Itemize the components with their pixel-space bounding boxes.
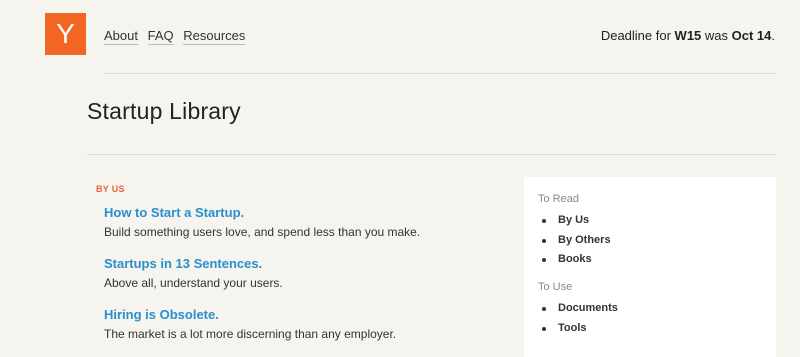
- page-title: Startup Library: [87, 98, 241, 124]
- sidebar-item-by-others: By Others: [538, 231, 611, 251]
- sidebar-heading: To Read: [538, 193, 579, 205]
- sidebar-item-documents: Documents: [538, 299, 618, 319]
- deadline-date: Oct 14: [731, 28, 772, 43]
- list-item: Hiring is Obsolete. The market is a lot …: [104, 306, 504, 357]
- list-item: Startups in 13 Sentences. Above all, und…: [104, 255, 504, 306]
- sidebar-link[interactable]: Tools: [558, 322, 587, 334]
- sidebar-heading: To Use: [538, 281, 573, 293]
- header-divider: [104, 73, 776, 74]
- sidebar-list: By Us By Others Books: [538, 211, 611, 270]
- article-list: How to Start a Startup. Build something …: [104, 204, 504, 357]
- deadline-notice: Deadline for W15 was Oct 14.: [601, 28, 775, 43]
- sidebar-item-books: Books: [538, 250, 611, 270]
- article-link[interactable]: Startups in 13 Sentences.: [104, 255, 504, 273]
- bullet-icon: [542, 258, 546, 262]
- bullet-icon: [542, 238, 546, 243]
- deadline-prefix: Deadline for: [600, 28, 675, 43]
- nav-link-about[interactable]: About: [104, 28, 138, 45]
- sidebar-item-tools: Tools: [538, 319, 618, 339]
- yc-logo[interactable]: Y: [45, 13, 86, 55]
- nav-link-faq[interactable]: FAQ: [147, 28, 174, 45]
- list-item: How to Start a Startup. Build something …: [104, 204, 504, 255]
- sidebar-list: Documents Tools: [538, 299, 618, 338]
- section-label: BY US: [96, 184, 125, 194]
- article-link[interactable]: How to Start a Startup.: [104, 204, 504, 222]
- deadline-middle: was: [701, 28, 732, 43]
- article-description: Above all, understand your users.: [104, 276, 283, 290]
- top-nav: About FAQ Resources: [104, 28, 251, 45]
- sidebar-link[interactable]: Books: [558, 253, 592, 265]
- article-description: The market is a lot more discerning than…: [104, 327, 397, 341]
- nav-link-resources[interactable]: Resources: [183, 28, 246, 45]
- logo-letter: Y: [56, 18, 75, 49]
- deadline-suffix: .: [771, 28, 775, 43]
- sidebar-item-by-us: By Us: [538, 211, 611, 231]
- bullet-icon: [542, 219, 546, 223]
- sidebar: To Read By Us By Others Books To Use Doc…: [524, 177, 776, 357]
- sidebar-link[interactable]: Documents: [558, 302, 618, 314]
- bullet-icon: [542, 326, 546, 331]
- article-description: Build something users love, and spend le…: [104, 225, 421, 239]
- deadline-batch: W15: [674, 28, 702, 43]
- sidebar-group-to-read: To Read By Us By Others Books: [538, 193, 611, 270]
- sidebar-link[interactable]: By Us: [558, 214, 589, 226]
- title-divider: [87, 154, 776, 155]
- sidebar-group-to-use: To Use Documents Tools: [538, 281, 618, 338]
- article-link[interactable]: Hiring is Obsolete.: [104, 306, 504, 324]
- sidebar-link[interactable]: By Others: [558, 234, 611, 246]
- bullet-icon: [542, 307, 546, 311]
